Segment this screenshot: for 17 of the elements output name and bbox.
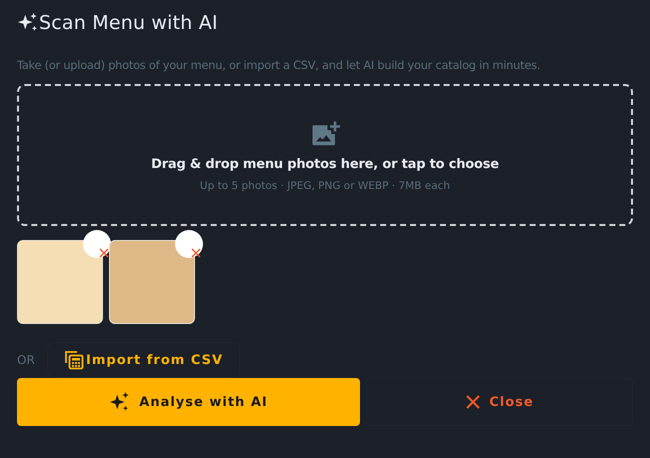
dialog-subtitle: Take (or upload) photos of your menu, or import a CSV, and let AI build your catalog in minutes. <box>17 58 542 72</box>
close-icon <box>191 248 201 258</box>
dropzone-title: Drag & drop menu photos here, or tap to choose <box>151 156 499 172</box>
spreadsheet-icon <box>64 350 84 370</box>
close-icon <box>465 394 482 410</box>
or-separator: OR <box>17 353 36 367</box>
add-photo-icon <box>310 118 340 148</box>
remove-photo-button[interactable] <box>175 230 203 258</box>
dialog-title: Scan Menu with AI <box>39 12 218 34</box>
close-icon <box>99 248 109 258</box>
analyse-button[interactable]: Analyse with AI <box>17 378 360 426</box>
remove-photo-button[interactable] <box>83 230 111 258</box>
close-button[interactable]: Close <box>366 378 633 426</box>
photo-dropzone[interactable]: Drag & drop menu photos here, or tap to choose Up to 5 photos · JPEG, PNG or WEBP · 7MB each <box>17 84 633 226</box>
dropzone-hint: Up to 5 photos · JPEG, PNG or WEBP · 7MB each <box>200 180 450 192</box>
sparkle-icon <box>109 391 132 413</box>
import-csv-button[interactable]: Import from CSV <box>47 342 240 378</box>
